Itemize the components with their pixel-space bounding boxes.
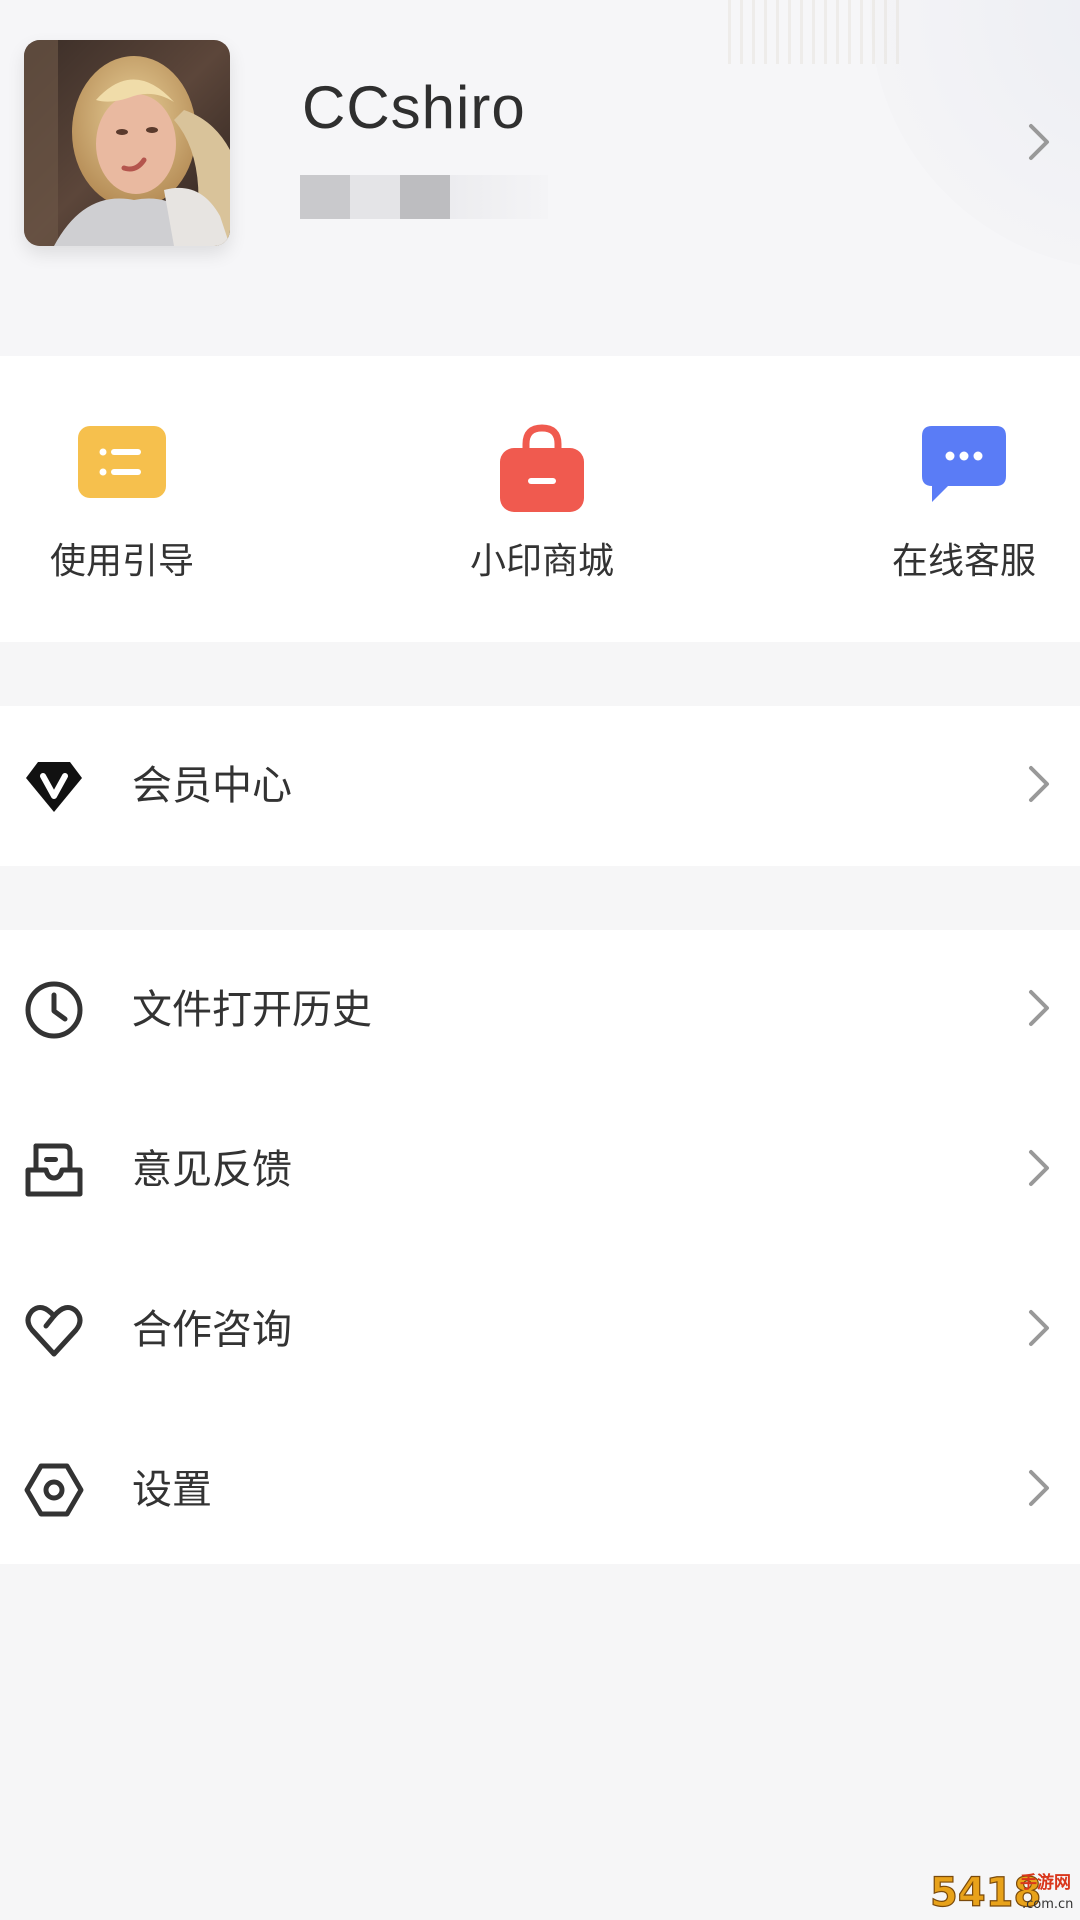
chevron-right-icon [1026, 988, 1052, 1032]
header-decoration-stripes [728, 0, 908, 64]
heart-icon [24, 1300, 84, 1360]
hexagon-settings-icon [24, 1460, 84, 1520]
quick-actions: 使用引导 小印商城 在线客服 [0, 356, 1080, 642]
chevron-right-icon [1026, 1468, 1052, 1512]
list-icon [76, 422, 168, 506]
quick-action-label: 小印商城 [469, 541, 614, 582]
menu-list: 文件打开历史 意见反馈 合作咨询 设置 [0, 930, 1080, 1564]
vip-diamond-icon [24, 756, 84, 816]
shopping-bag-icon [496, 422, 588, 522]
quick-action-guide[interactable]: 使用引导 [22, 422, 222, 602]
site-watermark-logo: 5418 手游网 .com.cn [928, 1864, 1076, 1916]
menu-item-label: 会员中心 [132, 763, 292, 809]
profile-header[interactable]: CCshiro [0, 0, 1080, 356]
menu-item-label: 文件打开历史 [132, 987, 372, 1033]
menu-item-file-history[interactable]: 文件打开历史 [0, 930, 1080, 1090]
menu-item-cooperation[interactable]: 合作咨询 [0, 1250, 1080, 1410]
menu-item-label: 意见反馈 [132, 1147, 292, 1193]
chevron-right-icon [1026, 764, 1052, 808]
menu-item-feedback[interactable]: 意见反馈 [0, 1090, 1080, 1250]
menu-item-vip-center[interactable]: 会员中心 [0, 706, 1080, 866]
avatar[interactable] [24, 40, 230, 246]
chevron-right-icon[interactable] [1026, 122, 1052, 166]
chat-bubble-icon [918, 422, 1010, 510]
vip-section: 会员中心 [0, 706, 1080, 866]
avatar-image [24, 40, 230, 246]
redacted-user-id [300, 175, 548, 219]
feedback-box-icon [24, 1140, 84, 1200]
quick-action-label: 使用引导 [49, 541, 194, 582]
menu-item-settings[interactable]: 设置 [0, 1410, 1080, 1570]
quick-action-shop[interactable]: 小印商城 [442, 422, 642, 602]
chevron-right-icon [1026, 1308, 1052, 1352]
quick-action-label: 在线客服 [891, 541, 1036, 582]
watermark-site-text: 手游网 [1020, 1872, 1071, 1893]
menu-item-label: 设置 [132, 1467, 212, 1513]
username: CCshiro [302, 74, 526, 141]
clock-icon [24, 980, 84, 1040]
menu-item-label: 合作咨询 [132, 1307, 292, 1353]
chevron-right-icon [1026, 1148, 1052, 1192]
quick-action-support[interactable]: 在线客服 [864, 422, 1064, 602]
watermark-domain: .com.cn [1022, 1897, 1073, 1912]
